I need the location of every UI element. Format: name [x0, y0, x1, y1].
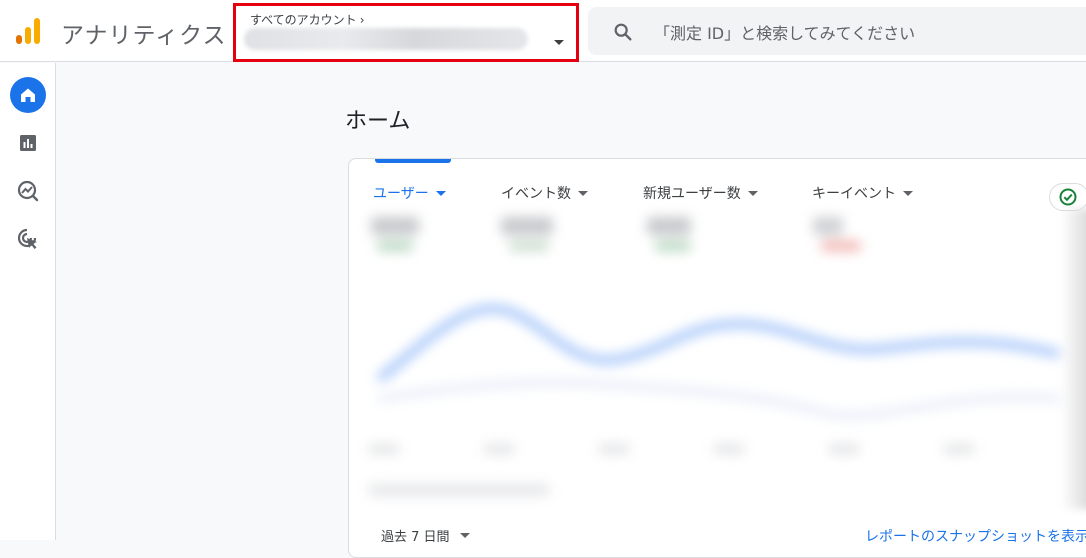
account-property-value-redacted[interactable] [244, 28, 528, 50]
status-badge[interactable] [1049, 183, 1086, 211]
account-breadcrumb[interactable]: すべてのアカウント › [250, 11, 365, 28]
analytics-logo-icon[interactable] [14, 16, 42, 46]
tab-event-count[interactable]: イベント数 [501, 183, 588, 203]
overview-card: ユーザー イベント数 新規ユーザー数 キーイベント 過去 7 日間 レポートのス… [348, 158, 1086, 558]
reports-icon [20, 135, 36, 151]
search-bar[interactable]: 「測定 ID」と検索してみてください [588, 7, 1086, 55]
search-icon[interactable] [612, 21, 634, 43]
explore-icon [17, 180, 39, 202]
tab-key-events[interactable]: キーイベント [812, 183, 913, 203]
dropdown-caret-icon [747, 190, 758, 196]
check-circle-icon [1059, 188, 1077, 206]
home-icon [21, 88, 35, 102]
tab-key-events-label: キーイベント [812, 186, 896, 202]
advertising-icon [17, 228, 37, 249]
top-bar: アナリティクス すべてのアカウント › 「測定 ID」と検索してみてください [0, 0, 1086, 62]
left-nav [0, 63, 56, 540]
nav-explore[interactable] [10, 173, 46, 209]
tab-new-users[interactable]: 新規ユーザー数 [643, 183, 758, 203]
nav-reports[interactable] [10, 125, 46, 161]
redacted-overlay [1061, 209, 1086, 509]
dropdown-caret-icon [903, 190, 913, 196]
tab-users-label: ユーザー [373, 186, 429, 202]
app-title: アナリティクス [61, 23, 227, 49]
date-range-selector[interactable]: 過去 7 日間 [381, 526, 470, 545]
page-title: ホーム [345, 109, 411, 134]
line-chart [369, 304, 1061, 496]
dropdown-caret-icon[interactable] [554, 40, 564, 45]
nav-home[interactable] [10, 77, 46, 113]
active-tab-indicator [375, 159, 451, 163]
account-breadcrumb-label: すべてのアカウント [250, 13, 357, 27]
nav-advertising[interactable] [10, 221, 46, 257]
date-range-label: 過去 7 日間 [381, 530, 450, 545]
chevron-right-icon: › [359, 13, 365, 27]
dropdown-caret-icon [435, 190, 446, 196]
search-placeholder[interactable]: 「測定 ID」と検索してみてください [654, 20, 915, 44]
dropdown-caret-icon [578, 190, 588, 196]
account-selector[interactable]: すべてのアカウント › [233, 3, 579, 62]
tab-event-count-label: イベント数 [501, 186, 571, 202]
dropdown-caret-icon [459, 533, 470, 538]
tab-users[interactable]: ユーザー [373, 183, 446, 203]
view-snapshot-link[interactable]: レポートのスナップショットを表示 [865, 526, 1086, 546]
redacted-chart-area [359, 209, 1079, 509]
tab-new-users-label: 新規ユーザー数 [643, 186, 741, 202]
